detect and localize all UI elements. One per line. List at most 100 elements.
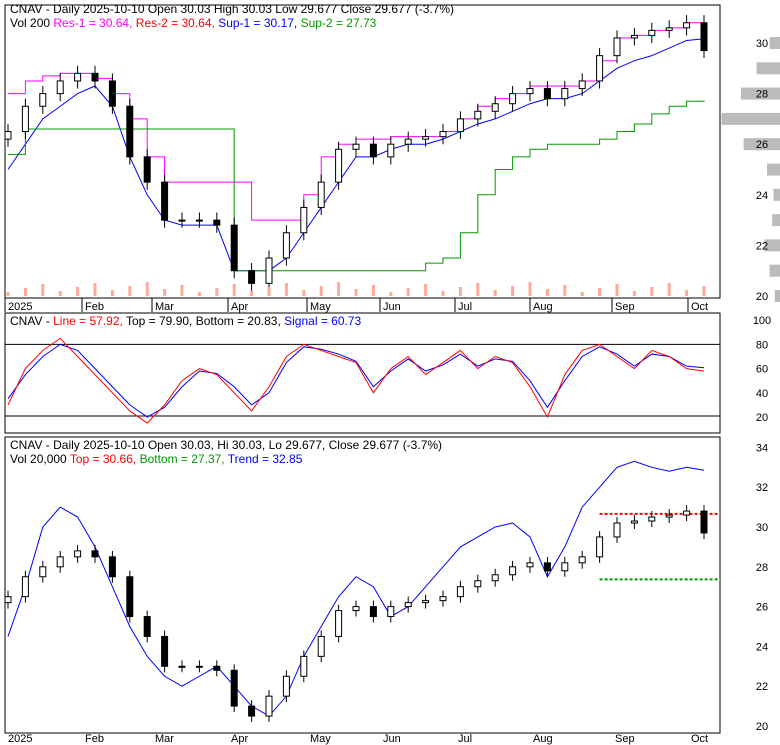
res1-label: Res-1 = 30.64, [53,16,133,30]
candle-body [648,29,656,36]
candle-body [143,616,151,637]
sup1-label: Sup-1 = 30.17, [218,16,298,30]
sup2-line [8,100,705,272]
candle-body [369,143,377,158]
candle-body [91,72,99,82]
candle-body [143,156,151,183]
candle-body [474,110,482,120]
volume-bar [337,282,341,296]
x-label: May [310,733,331,745]
x-label: 2025 [8,733,32,745]
candle-body [265,695,273,717]
candle-body [74,550,82,558]
volume-bar [667,283,671,296]
x-label: Mar [155,733,174,745]
candle-body [404,138,412,145]
panel3-tick: 26 [756,602,768,614]
candle-body [352,143,360,150]
panel3-top: Top = 30.66, [69,452,137,466]
panel-frame-2 [4,436,721,734]
candle-body [509,566,517,576]
candle-body [648,516,656,522]
x-label: Oct [691,301,708,313]
candle-body [195,219,203,222]
volume-by-price-bar [756,62,780,75]
candle-body [230,224,238,272]
x-label: Sep [615,301,635,313]
x-label: 2025 [8,301,32,313]
osc-bottom-label: Bottom = 20.83, [195,314,281,328]
candle-body [21,576,29,598]
candle-body [248,270,256,284]
x-label: Aug [533,733,553,745]
candle-body [126,576,134,618]
candle-body [491,103,499,112]
candle-body [21,105,29,133]
osc-signal-label: Signal = 60.73 [284,314,362,328]
panel3-tick: 20 [756,721,768,733]
candle-body [369,606,377,618]
candle-body [230,669,238,707]
candle-body [456,118,464,133]
osc-tick: 80 [756,339,768,351]
panel1-title: CNAV - Daily 2025-10-10 Open 30.03 High … [10,2,455,16]
vol-label: Vol 200 [10,16,54,30]
osc-tick: 60 [756,364,768,376]
candle-body [56,80,64,95]
trend-line [7,460,705,717]
candle-body [439,131,447,138]
volume-bar [685,290,689,296]
panel3-vol: Vol 20,000 [10,452,70,466]
volume-bar [76,287,80,296]
volume-by-price-bar [769,264,780,277]
x-label: Aug [533,301,553,313]
candle-body [213,665,221,671]
x-label: Feb [85,301,104,313]
panel3-tick: 34 [756,442,768,454]
panel3-tick: 24 [756,641,768,653]
candle-body [613,522,621,538]
volume-bar [284,283,288,296]
volume-by-price-bar [773,188,780,201]
panel3-bottom: Bottom = 27.37, [139,452,225,466]
candle-body [613,37,621,57]
candle-body [161,635,169,667]
osc-name: CNAV - [10,314,54,328]
volume-bar [389,292,393,296]
volume-bar [441,291,445,296]
panel3-tick: 28 [756,562,768,574]
candle-body [630,520,638,524]
candle-body [4,596,12,604]
candle-body [74,72,82,82]
candle-body [509,93,517,105]
volume-bar [6,292,10,296]
volume-bar [615,284,619,296]
candle-body [665,514,673,518]
candle-body [491,574,499,582]
volume-bar [493,290,497,296]
candle-body [665,27,673,31]
panel3-tick: 30 [756,522,768,534]
candle-body [578,556,586,564]
candle-body [178,219,186,222]
candle-body [561,88,569,100]
volume-bar [458,287,462,296]
osc-tick: 20 [756,412,768,424]
volume-bar [145,282,149,296]
osc-signal-line [7,343,705,418]
stock-chart: 20 22 24 26 28 30 20 40 60 80 100 20 22 24 26 28 30 32 34 2… [0,0,780,745]
panel3-tick: 22 [756,681,768,693]
volume-bar [23,288,27,296]
osc-tick: 100 [753,315,771,327]
candle-body [630,34,638,39]
price-tick: 30 [756,38,768,50]
x-label: Mar [155,301,174,313]
candle-body [39,566,47,578]
volume-bar [250,291,254,296]
candle-body [4,131,12,140]
candle-body [561,562,569,572]
volume-bar [598,288,602,296]
candle-body [335,610,343,637]
volume-bar [93,283,97,296]
volume-bar [406,288,410,296]
